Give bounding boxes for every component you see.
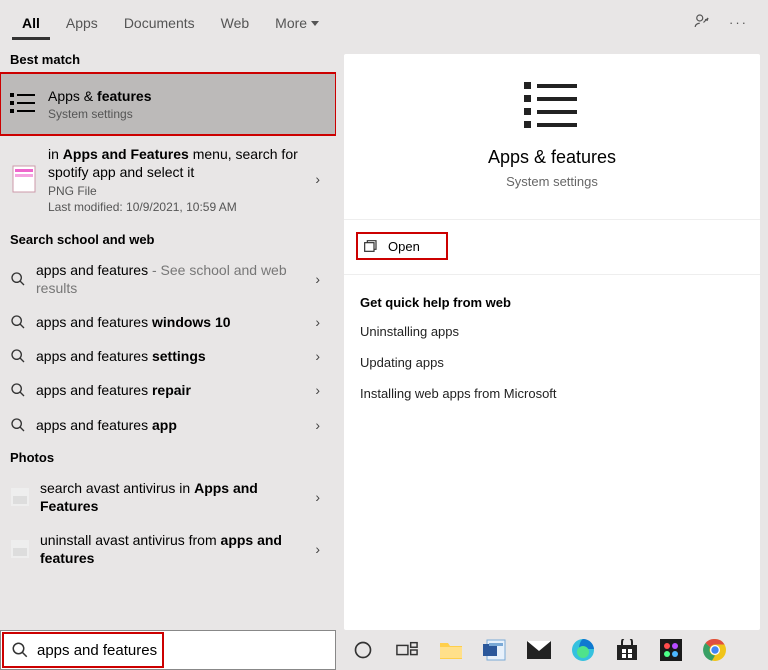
web-result-label: apps and features - See school and web r… [36,261,301,297]
search-icon [10,314,26,330]
apps-features-icon [354,78,750,131]
search-input[interactable] [37,642,325,659]
quick-help-item-0[interactable]: Uninstalling apps [360,324,744,339]
chevron-right-icon: › [311,417,324,433]
chevron-right-icon: › [311,382,324,398]
photo-result-label: uninstall avast antivirus from apps and … [40,531,301,567]
chevron-right-icon: › [311,348,324,364]
taskbar-app-icon[interactable] [654,633,688,667]
taskbar-mail-icon[interactable] [522,633,556,667]
taskbar-taskview-icon[interactable] [390,633,424,667]
taskbar-edge-icon[interactable] [566,633,600,667]
web-result-label: apps and features settings [36,347,301,365]
filter-tabs: All Apps Documents Web More [12,5,329,40]
search-icon [10,348,26,364]
taskbar-word-icon[interactable] [478,633,512,667]
chevron-right-icon: › [311,314,324,330]
photo-result-1[interactable]: uninstall avast antivirus from apps and … [0,523,336,575]
quick-help-item-2[interactable]: Installing web apps from Microsoft [360,386,744,401]
photo-thumb-icon [10,539,30,559]
more-options-icon[interactable]: ··· [729,15,748,30]
top-filter-bar: All Apps Documents Web More ··· [0,0,768,44]
quick-help-item-1[interactable]: Updating apps [360,355,744,370]
detail-title: Apps & features [354,147,750,168]
chevron-right-icon: › [311,171,324,187]
tab-documents[interactable]: Documents [114,5,205,40]
image-file-icon [10,165,38,193]
web-result-label: apps and features app [36,416,301,434]
chevron-right-icon: › [311,271,324,287]
photo-thumb-icon [10,487,30,507]
open-icon [362,238,378,254]
photo-result-label: search avast antivirus in Apps and Featu… [40,479,301,515]
chevron-right-icon: › [311,541,324,557]
section-photos: Photos [0,442,336,471]
search-icon [11,641,29,659]
quick-help-title: Get quick help from web [360,295,744,310]
search-icon [10,417,26,433]
taskbar-explorer-icon[interactable] [434,633,468,667]
open-label: Open [388,239,420,254]
tab-web[interactable]: Web [211,5,260,40]
chevron-right-icon: › [311,489,324,505]
settings-list-icon [10,90,38,118]
tab-more-label: More [275,15,307,31]
web-result-1[interactable]: apps and features windows 10 › [0,305,336,339]
web-result-label: apps and features windows 10 [36,313,301,331]
file-modified: Last modified: 10/9/2021, 10:59 AM [48,200,301,214]
taskbar-chrome-icon[interactable] [698,633,732,667]
web-result-label: apps and features repair [36,381,301,399]
section-best-match: Best match [0,44,336,73]
taskbar-cortana-icon[interactable] [346,633,380,667]
tab-apps[interactable]: Apps [56,5,108,40]
chevron-down-icon [311,21,319,26]
detail-panel: Apps & features System settings Open Get… [336,44,768,630]
section-school-web: Search school and web [0,224,336,253]
search-bar[interactable] [0,630,336,670]
tab-more[interactable]: More [265,5,329,40]
result-title: Apps & features [48,87,324,105]
tab-all[interactable]: All [12,5,50,40]
search-icon [10,271,26,287]
web-result-2[interactable]: apps and features settings › [0,339,336,373]
taskbar-store-icon[interactable] [610,633,644,667]
feedback-icon[interactable] [693,12,711,33]
result-subtitle: System settings [48,107,324,121]
result-apps-features[interactable]: Apps & features System settings [0,73,336,135]
result-title: in Apps and Features menu, search for sp… [48,145,301,181]
results-panel: Best match Apps & features System settin… [0,44,336,630]
open-button[interactable]: Open [352,228,452,264]
search-icon [10,382,26,398]
file-type: PNG File [48,184,301,198]
taskbar [336,630,768,670]
result-png-file[interactable]: in Apps and Features menu, search for sp… [0,135,336,223]
web-result-0[interactable]: apps and features - See school and web r… [0,253,336,305]
web-result-4[interactable]: apps and features app › [0,408,336,442]
web-result-3[interactable]: apps and features repair › [0,373,336,407]
detail-subtitle: System settings [354,174,750,189]
photo-result-0[interactable]: search avast antivirus in Apps and Featu… [0,471,336,523]
